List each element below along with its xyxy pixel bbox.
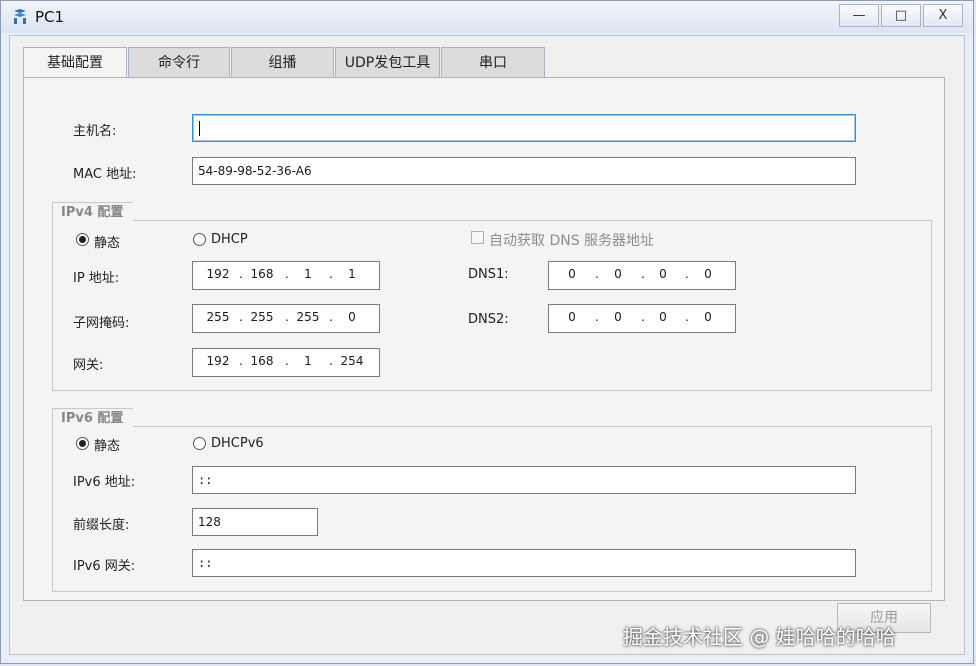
tab-serial[interactable]: 串口 — [441, 47, 545, 78]
tab-multicast[interactable]: 组播 — [231, 47, 334, 78]
ipv6-gateway-field[interactable]: :: — [192, 549, 856, 577]
close-icon: X — [938, 8, 948, 23]
octet-separator: . — [239, 267, 243, 281]
ipv4-dhcp-radio[interactable] — [193, 233, 206, 246]
close-button[interactable]: X — [923, 4, 963, 27]
dns2-octet-4: 0 — [704, 310, 712, 324]
ipv6-dhcpv6-radio[interactable] — [193, 437, 206, 450]
mask-octet-3: 255 — [296, 310, 320, 324]
octet-separator: . — [595, 310, 599, 324]
dns2-octet-3: 0 — [659, 310, 667, 324]
pc-app-icon — [14, 9, 26, 24]
gateway-octet-1: 192 — [206, 354, 230, 368]
subnet-mask-label: 子网掩码: — [73, 316, 130, 331]
ip-address-label: IP 地址: — [73, 271, 120, 286]
ipv6-address-field[interactable]: :: — [192, 466, 856, 494]
mac-label: MAC 地址: — [73, 167, 137, 182]
ipv6-group-title: IPv6 配置 — [52, 408, 134, 429]
subnet-mask-field[interactable]: 255 . 255 . 255 . 0 — [192, 304, 380, 333]
ip-address-field[interactable]: 192 . 168 . 1 . 1 — [192, 261, 380, 290]
ipv6-static-label: 静态 — [94, 439, 121, 454]
tab-label: 基础配置 — [47, 55, 103, 71]
octet-separator: . — [285, 267, 289, 281]
octet-separator: . — [641, 267, 645, 281]
ipv6-gateway-label: IPv6 网关: — [73, 559, 136, 574]
tab-command-line[interactable]: 命令行 — [128, 47, 230, 78]
tab-udp-tool[interactable]: UDP发包工具 — [335, 47, 440, 78]
mask-octet-2: 255 — [250, 310, 274, 324]
ipv4-static-radio[interactable] — [76, 233, 89, 246]
octet-separator: . — [239, 310, 243, 324]
prefix-length-value: 128 — [198, 515, 221, 529]
prefix-length-field[interactable]: 128 — [192, 508, 318, 536]
minimize-button[interactable]: — — [839, 4, 879, 27]
octet-separator: . — [329, 310, 333, 324]
text-caret — [199, 121, 200, 136]
maximize-icon: □ — [894, 8, 908, 23]
title-bar[interactable]: PC1 — □ X — [1, 1, 973, 33]
ip-octet-3: 1 — [304, 267, 312, 281]
gateway-field[interactable]: 192 . 168 . 1 . 254 — [192, 348, 380, 377]
prefix-length-label: 前缀长度: — [73, 518, 130, 533]
dns1-octet-3: 0 — [659, 267, 667, 281]
ipv6-static-radio[interactable] — [76, 437, 89, 450]
ip-octet-2: 168 — [250, 267, 274, 281]
ipv6-gateway-value: :: — [198, 556, 213, 570]
octet-separator: . — [285, 310, 289, 324]
dns2-field[interactable]: 0 . 0 . 0 . 0 — [548, 304, 736, 333]
octet-separator: . — [641, 310, 645, 324]
octet-separator: . — [685, 267, 689, 281]
octet-separator: . — [685, 310, 689, 324]
tab-label: 命令行 — [158, 55, 200, 71]
octet-separator: . — [239, 354, 243, 368]
octet-separator: . — [595, 267, 599, 281]
mac-value: 54-89-98-52-36-A6 — [198, 164, 312, 178]
ipv6-dhcpv6-label: DHCPv6 — [211, 436, 264, 451]
gateway-octet-2: 168 — [250, 354, 274, 368]
octet-separator: . — [329, 354, 333, 368]
gateway-octet-3: 1 — [304, 354, 312, 368]
tab-basic-config[interactable]: 基础配置 — [23, 47, 127, 79]
octet-separator: . — [285, 354, 289, 368]
dns2-label: DNS2: — [468, 312, 509, 327]
octet-separator: . — [329, 267, 333, 281]
dns1-field[interactable]: 0 . 0 . 0 . 0 — [548, 261, 736, 290]
tab-label: 组播 — [268, 55, 297, 71]
hostname-label: 主机名: — [73, 124, 117, 139]
hostname-input[interactable] — [192, 114, 856, 142]
ipv6-address-value: :: — [198, 473, 213, 487]
ipv4-group-title: IPv4 配置 — [52, 202, 134, 223]
ipv6-address-label: IPv6 地址: — [73, 475, 136, 490]
ip-octet-4: 1 — [348, 267, 356, 281]
mac-address-field[interactable]: 54-89-98-52-36-A6 — [192, 157, 856, 185]
watermark-text: 掘金技术社区 @ 娃哈哈的哈哈 — [623, 625, 896, 649]
ipv4-static-label: 静态 — [94, 236, 121, 251]
pc1-config-window: PC1 — □ X 基础配置 命令行 组播 UDP发包工具 串口 主机名: MA… — [0, 0, 974, 664]
ip-octet-1: 192 — [206, 267, 230, 281]
dns1-octet-1: 0 — [568, 267, 576, 281]
window-title: PC1 — [35, 8, 65, 26]
minimize-icon: — — [852, 8, 866, 23]
dns2-octet-2: 0 — [614, 310, 622, 324]
dns1-octet-2: 0 — [614, 267, 622, 281]
gateway-octet-4: 254 — [340, 354, 364, 368]
dns1-octet-4: 0 — [704, 267, 712, 281]
mask-octet-4: 0 — [348, 310, 356, 324]
dns2-octet-1: 0 — [568, 310, 576, 324]
mask-octet-1: 255 — [206, 310, 230, 324]
tab-label: UDP发包工具 — [344, 55, 431, 71]
tab-label: 串口 — [479, 55, 507, 71]
dns1-label: DNS1: — [468, 267, 509, 282]
auto-dns-label: 自动获取 DNS 服务器地址 — [489, 233, 655, 249]
ipv4-dhcp-label: DHCP — [211, 232, 248, 247]
gateway-label: 网关: — [73, 358, 104, 373]
maximize-button[interactable]: □ — [881, 4, 921, 27]
auto-dns-checkbox[interactable] — [471, 231, 484, 244]
